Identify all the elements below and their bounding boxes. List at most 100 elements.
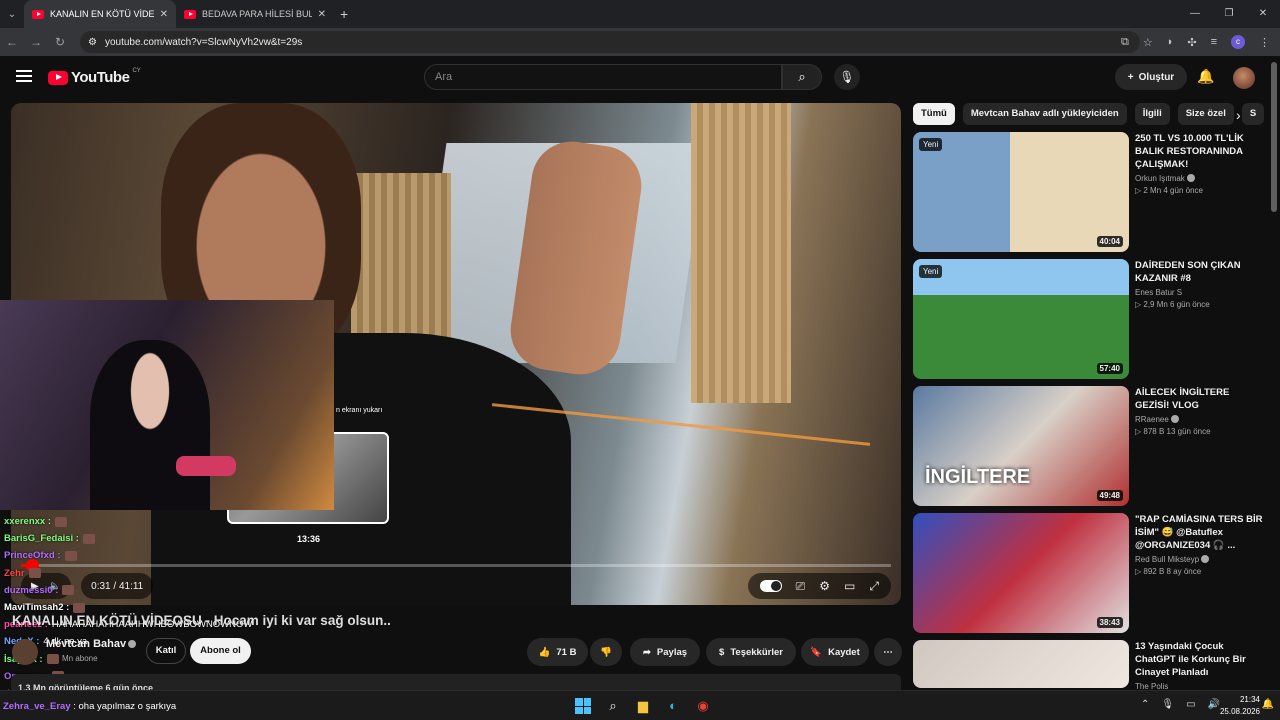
profile-icon[interactable]: c bbox=[1231, 35, 1245, 49]
filter-chip[interactable]: İlgili bbox=[1134, 103, 1170, 125]
filter-chip[interactable]: Mevtcan Bahav adlı yükleyiciden bbox=[962, 103, 1127, 125]
recommendation-title[interactable]: 13 Yaşındaki Çocuk ChatGPT ile Korkunç B… bbox=[1135, 640, 1263, 679]
create-button[interactable]: + Oluştur bbox=[1115, 64, 1187, 90]
search-icon[interactable]: ⌕ bbox=[782, 64, 822, 90]
recommendation-channel[interactable]: Orkun Işıtmak bbox=[1135, 174, 1185, 183]
close-icon[interactable]: ✕ bbox=[160, 9, 168, 20]
fullscreen-icon[interactable]: ⤢ bbox=[869, 579, 879, 594]
recommendation-thumbnail[interactable] bbox=[913, 640, 1129, 688]
microphone-icon[interactable]: 🎙 bbox=[834, 64, 860, 90]
settings-gear-icon[interactable]: ⚙ bbox=[819, 579, 830, 593]
puzzle-icon[interactable]: ✣ bbox=[1187, 36, 1196, 49]
recommendation-item[interactable]: 38:43 "RAP CAMİASINA TERS BİR İSİM" 😅 @Ba… bbox=[913, 513, 1263, 633]
reload-icon[interactable]: ↻ bbox=[48, 35, 72, 49]
channel-name[interactable]: Mevtcan Bahav bbox=[46, 638, 137, 650]
save-button[interactable]: 🔖 Kaydet bbox=[801, 638, 869, 666]
taskbar-clock[interactable]: 21:34 25.08.2026 bbox=[1220, 694, 1260, 718]
tab-active[interactable]: KANALIN EN KÖTÜ VİDEOSU - ✕ bbox=[24, 0, 176, 28]
recommendation-info: 250 TL VS 10.000 TL'LİK BALIK RESTORANIN… bbox=[1135, 132, 1263, 195]
search-input[interactable]: Ara bbox=[424, 64, 782, 90]
back-icon[interactable]: ← bbox=[0, 35, 24, 49]
browser-menu-icon[interactable]: ⋮ bbox=[1259, 36, 1270, 49]
new-tab-button[interactable]: + bbox=[340, 6, 348, 22]
recommendation-item[interactable]: Yeni 40:04 250 TL VS 10.000 TL'LİK BALIK R… bbox=[913, 132, 1263, 252]
tab-search-icon[interactable]: ⌄ bbox=[0, 9, 24, 20]
duration-badge: 49:48 bbox=[1096, 490, 1123, 501]
bookmark-star-icon[interactable]: ☆ bbox=[1143, 36, 1153, 49]
maximize-icon[interactable]: ❐ bbox=[1212, 0, 1246, 28]
menu-icon[interactable] bbox=[16, 70, 32, 82]
notifications-bell-icon[interactable]: 🔔 bbox=[1197, 68, 1214, 85]
verified-icon bbox=[1170, 415, 1179, 423]
file-explorer-icon[interactable]: ▆ bbox=[632, 695, 654, 717]
recommendation-title[interactable]: DAİREDEN SON ÇIKAN KAZANIR #8 bbox=[1135, 259, 1263, 285]
filter-chip[interactable]: S bbox=[1241, 103, 1265, 125]
chat-user: Zehr bbox=[4, 567, 25, 579]
recommendation-item[interactable]: Yeni 57:40 DAİREDEN SON ÇIKAN KAZANIR #8 En… bbox=[913, 259, 1263, 379]
chevron-up-icon[interactable]: ⌃ bbox=[1141, 699, 1149, 710]
chat-line: PrinceOfxd : bbox=[0, 547, 340, 564]
search-icon[interactable]: ⌕ bbox=[602, 695, 624, 717]
new-badge: Yeni bbox=[919, 265, 943, 278]
new-badge: Yeni bbox=[919, 138, 943, 151]
url-input[interactable]: ⚙ youtube.com/watch?v=SlcwNyVh2vw&t=29s bbox=[80, 31, 1140, 53]
filter-chip[interactable]: Size özel bbox=[1177, 103, 1234, 125]
bookmark-icon: 🔖 bbox=[810, 646, 823, 658]
mic-tray-icon[interactable]: 🎙 bbox=[1161, 699, 1174, 710]
close-icon[interactable]: ✕ bbox=[318, 9, 326, 20]
streamer-webcam bbox=[0, 300, 334, 510]
autoplay-toggle[interactable] bbox=[759, 580, 782, 592]
minimize-icon[interactable]: — bbox=[1178, 0, 1212, 28]
more-actions-button[interactable]: ⋯ bbox=[874, 638, 902, 666]
recommendation-channel[interactable]: RRaenee bbox=[1135, 415, 1169, 424]
recommendation-channel[interactable]: Red Bull Mikstеyp bbox=[1135, 555, 1199, 564]
site-info-icon[interactable]: ⚙ bbox=[88, 37, 97, 48]
recommendation-item[interactable]: İNGİLTERE 49:48 AİLECEK İNGİLTERE GEZİSİ! … bbox=[913, 386, 1263, 506]
chat-line: BarisG_Fedaisi : bbox=[0, 530, 340, 547]
share-button[interactable]: ➦ Paylaş bbox=[630, 638, 700, 666]
youtube-logo[interactable]: YouTube CY bbox=[48, 68, 141, 86]
recommendation-thumbnail[interactable]: Yeni 40:04 bbox=[913, 132, 1129, 252]
display-icon[interactable]: ▭ bbox=[1186, 699, 1195, 710]
recommendation-channel[interactable]: Enes Batur S bbox=[1135, 288, 1182, 297]
recommendation-item[interactable]: 13 Yaşındaki Çocuk ChatGPT ile Korkunç B… bbox=[913, 640, 1263, 691]
recommendation-title[interactable]: "RAP CAMİASINA TERS BİR İSİM" 😅 @Batufle… bbox=[1135, 513, 1263, 552]
recommendation-title[interactable]: 250 TL VS 10.000 TL'LİK BALIK RESTORANIN… bbox=[1135, 132, 1263, 171]
media-icon[interactable]: ≡ bbox=[1211, 36, 1217, 48]
subscribe-button[interactable]: Abone ol bbox=[190, 638, 251, 664]
windows-start-icon[interactable] bbox=[572, 695, 594, 717]
recommendation-thumbnail[interactable]: İNGİLTERE 49:48 bbox=[913, 386, 1129, 506]
volume-tray-icon[interactable]: 🔊 bbox=[1208, 699, 1220, 710]
filter-chip[interactable]: Tümü bbox=[913, 103, 955, 125]
recommendation-thumbnail[interactable]: 38:43 bbox=[913, 513, 1129, 633]
tab-inactive[interactable]: BEDAVA PARA HİLESİ BULUP M ✕ bbox=[176, 0, 334, 28]
edge-icon[interactable]: ◐ bbox=[662, 695, 684, 717]
overlay-note: n ekranı yukarı bbox=[336, 407, 383, 414]
window-close-icon[interactable]: ✕ bbox=[1246, 0, 1280, 28]
youtube-favicon-icon bbox=[32, 9, 44, 19]
subtitles-icon[interactable]: ⎚ bbox=[796, 579, 806, 594]
chat-emote-icon bbox=[55, 516, 68, 527]
recommendation-title[interactable]: AİLECEK İNGİLTERE GEZİSİ! VLOG bbox=[1135, 386, 1263, 412]
install-icon[interactable]: ⧉ bbox=[1121, 36, 1129, 49]
chat-line: duzmessi0 : bbox=[0, 582, 340, 599]
chrome-icon[interactable]: ◉ bbox=[692, 695, 714, 717]
tab-title: BEDAVA PARA HİLESİ BULUP M bbox=[202, 9, 312, 19]
join-button[interactable]: Katıl bbox=[146, 638, 186, 664]
create-label: Oluştur bbox=[1138, 71, 1175, 83]
dislike-button[interactable]: 👎 bbox=[590, 638, 622, 666]
forward-icon[interactable]: → bbox=[24, 35, 48, 49]
theater-mode-icon[interactable]: ▭ bbox=[844, 579, 855, 593]
thumbs-down-icon: 👎 bbox=[600, 646, 612, 658]
page-scrollbar[interactable] bbox=[1271, 62, 1277, 212]
extension-icon[interactable]: ◗ bbox=[1167, 36, 1174, 48]
thanks-button[interactable]: $ Teşekkürler bbox=[706, 638, 796, 666]
recommendation-thumbnail[interactable]: Yeni 57:40 bbox=[913, 259, 1129, 379]
browser-actions: ⧉ ☆ ◗ ✣ ≡ c ⋮ bbox=[1121, 28, 1270, 56]
channel-avatar[interactable] bbox=[12, 639, 38, 665]
thumbnail-overlay-text: İNGİLTERE bbox=[925, 466, 1031, 488]
chevron-right-icon[interactable]: › bbox=[1236, 107, 1241, 123]
like-button[interactable]: 👍 71 B bbox=[527, 638, 588, 666]
notification-icon[interactable]: 🔔 bbox=[1262, 699, 1274, 710]
avatar[interactable] bbox=[1233, 67, 1255, 89]
